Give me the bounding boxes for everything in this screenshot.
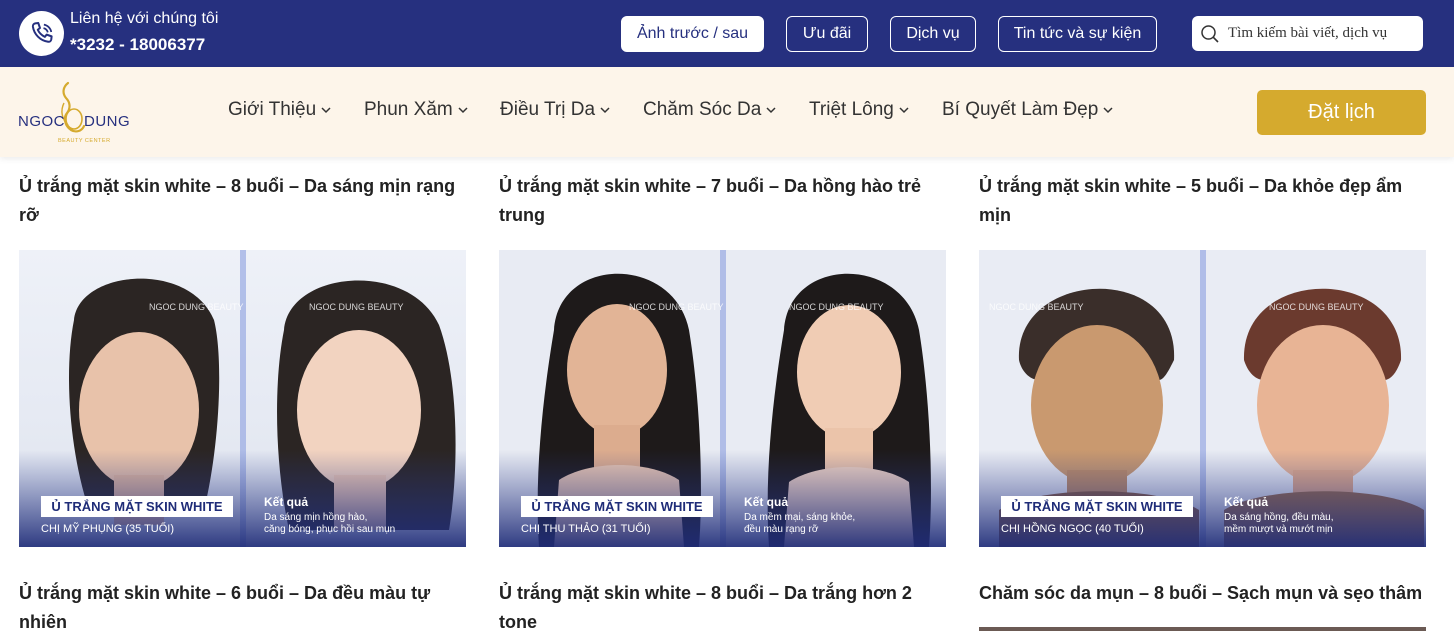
- svg-text:BEAUTY CENTER: BEAUTY CENTER: [58, 138, 111, 144]
- card-title[interactable]: Ủ trắng mặt skin white – 8 buổi – Da sán…: [19, 172, 469, 230]
- image-customer: CHỊ HỒNG NGỌC (40 TUỔI): [1001, 522, 1144, 535]
- image-badge: Ủ TRẮNG MẶT SKIN WHITE: [531, 499, 702, 514]
- card-title-line: rỡ: [19, 205, 39, 225]
- image-result-line: đều màu rạng rỡ: [744, 523, 819, 535]
- image-watermark: NGOC DUNG BEAUTY: [789, 302, 884, 312]
- chevron-down-icon: [899, 107, 909, 114]
- chevron-down-icon: [766, 107, 776, 114]
- image-result-line: Da mềm mại, sáng khỏe,: [744, 511, 855, 523]
- image-customer: CHỊ THU THẢO (31 TUỔI): [521, 522, 651, 535]
- svg-text:NGOC: NGOC: [18, 113, 65, 130]
- card-title-line: Ủ trắng mặt skin white – 8 buổi – Da trắ…: [499, 583, 912, 603]
- services-button[interactable]: Dịch vụ: [890, 16, 976, 52]
- nav-item-label: Triệt Lông: [809, 99, 894, 120]
- card-title[interactable]: Chăm sóc da mụn – 8 buổi – Sạch mụn và s…: [979, 579, 1429, 608]
- card-title[interactable]: Ủ trắng mặt skin white – 6 buổi – Da đều…: [19, 579, 469, 631]
- image-watermark: NGOC DUNG BEAUTY: [1269, 302, 1364, 312]
- search-icon: [1201, 24, 1219, 43]
- image-badge: Ủ TRẮNG MẶT SKIN WHITE: [51, 499, 222, 514]
- chevron-down-icon: [321, 107, 331, 114]
- card-image-before-after[interactable]: Ủ TRẮNG MẶT SKIN WHITE CHỊ HỒNG NGỌC (40…: [979, 250, 1426, 547]
- card-title-line: Chăm sóc da mụn – 8 buổi – Sạch mụn và s…: [979, 583, 1423, 603]
- contact-label: Liên hệ với chúng tôi: [70, 10, 219, 27]
- news-events-button[interactable]: Tin tức và sự kiện: [998, 16, 1157, 52]
- image-watermark: NGOC DUNG BEAUTY: [149, 302, 244, 312]
- card-title-line: Ủ trắng mặt skin white – 6 buổi – Da đều…: [19, 583, 431, 603]
- card-title-line: Ủ trắng mặt skin white – 5 buổi – Da khỏ…: [979, 176, 1403, 196]
- nav-item-label: Chăm Sóc Da: [643, 99, 762, 120]
- nav-item-bi-quyet-lam-dep[interactable]: Bí Quyết Làm Đẹp: [942, 99, 1114, 121]
- card-title-line: mịn: [979, 205, 1012, 225]
- image-result-title: Kết quả: [744, 495, 788, 509]
- top-bar: Liên hệ với chúng tôi *3232 - 18006377 Ả…: [0, 0, 1454, 67]
- image-result-line: mềm mượt và mướt mịn: [1224, 523, 1333, 535]
- card-title-line: Ủ trắng mặt skin white – 7 buổi – Da hồn…: [499, 176, 922, 196]
- nav-item-label: Điều Trị Da: [500, 99, 596, 120]
- nav-item-gioi-thieu[interactable]: Giới Thiệu: [228, 99, 332, 121]
- nav-item-cham-soc-da[interactable]: Chăm Sóc Da: [643, 99, 777, 121]
- search-placeholder: Tìm kiếm bài viết, dịch vụ: [1228, 25, 1388, 41]
- card-image-before-after[interactable]: Ủ TRẮNG MẶT SKIN WHITE CHỊ MỸ PHỤNG (35 …: [19, 250, 466, 547]
- nav-item-label: Bí Quyết Làm Đẹp: [942, 99, 1099, 120]
- chevron-down-icon: [600, 107, 610, 114]
- image-result-title: Kết quả: [1224, 495, 1268, 509]
- phone-glyph: [31, 21, 53, 43]
- contact-phone[interactable]: *3232 - 18006377: [70, 35, 205, 55]
- before-after-button[interactable]: Ảnh trước / sau: [621, 16, 764, 52]
- nav-item-label: Giới Thiệu: [228, 99, 317, 120]
- image-watermark: NGOC DUNG BEAUTY: [989, 302, 1084, 312]
- card-title-line: trung: [499, 205, 545, 225]
- image-customer: CHỊ MỸ PHỤNG (35 TUỔI): [41, 522, 174, 535]
- main-nav: NGOC DUNG BEAUTY CENTER Giới Thiệu Phun …: [0, 67, 1454, 157]
- card-title[interactable]: Ủ trắng mặt skin white – 7 buổi – Da hồn…: [499, 172, 949, 230]
- search-input[interactable]: Tìm kiếm bài viết, dịch vụ: [1192, 16, 1423, 51]
- card-title[interactable]: Ủ trắng mặt skin white – 8 buổi – Da trắ…: [499, 579, 949, 631]
- card-image-before-after[interactable]: Ủ TRẮNG MẶT SKIN WHITE CHỊ THU THẢO (31 …: [499, 250, 946, 547]
- svg-text:DUNG: DUNG: [84, 113, 130, 130]
- card-title-line: nhiên: [19, 612, 67, 631]
- image-result-line: Da sáng hồng, đều màu,: [1224, 511, 1334, 523]
- nav-item-triet-long[interactable]: Triệt Lông: [809, 99, 910, 121]
- offers-button[interactable]: Ưu đãi: [786, 16, 868, 52]
- book-appointment-button[interactable]: Đặt lịch: [1257, 90, 1426, 135]
- image-watermark: NGOC DUNG BEAUTY: [629, 302, 724, 312]
- image-result-line: Da sáng mịn hồng hào,: [264, 511, 367, 523]
- nav-item-phun-xam[interactable]: Phun Xăm: [364, 99, 469, 121]
- image-result-title: Kết quả: [264, 495, 308, 509]
- phone-icon[interactable]: [19, 11, 64, 56]
- card-title-line: Ủ trắng mặt skin white – 8 buổi – Da sán…: [19, 176, 456, 196]
- card-title-line: tone: [499, 612, 537, 631]
- nav-item-dieu-tri-da[interactable]: Điều Trị Da: [500, 99, 611, 121]
- image-watermark: NGOC DUNG BEAUTY: [309, 302, 404, 312]
- chevron-down-icon: [1103, 107, 1113, 114]
- card-image-before-after[interactable]: [979, 627, 1426, 631]
- brand-logo[interactable]: NGOC DUNG BEAUTY CENTER: [16, 81, 136, 145]
- card-title[interactable]: Ủ trắng mặt skin white – 5 buổi – Da khỏ…: [979, 172, 1429, 230]
- chevron-down-icon: [458, 107, 468, 114]
- nav-item-label: Phun Xăm: [364, 99, 453, 120]
- image-result-line: căng bóng, phục hồi sau mụn: [264, 523, 395, 535]
- image-badge: Ủ TRẮNG MẶT SKIN WHITE: [1011, 499, 1182, 514]
